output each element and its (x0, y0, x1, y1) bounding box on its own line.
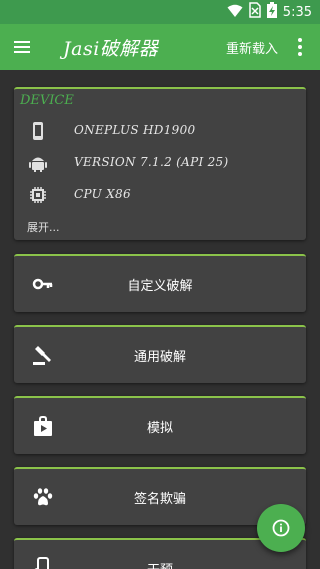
status-bar: 5:35 (0, 0, 320, 24)
device-version-text: VERSION 7.1.2 (API 25) (74, 155, 229, 169)
device-version-row: VERSION 7.1.2 (API 25) (14, 151, 306, 175)
reload-button[interactable]: 重新载入 (226, 38, 278, 57)
device-card-header: DEVICE (20, 93, 74, 108)
general-crack-label: 通用破解 (133, 350, 186, 365)
status-time: 5:35 (282, 4, 312, 20)
device-model-text: ONEPLUS HD1900 (74, 123, 196, 137)
cpu-icon (28, 185, 48, 205)
battery-charging-icon (266, 2, 277, 22)
custom-crack-card[interactable]: 自定义破解 (14, 254, 306, 312)
signature-spoof-label: 签名欺骗 (133, 492, 186, 507)
simulate-label: 模拟 (146, 421, 173, 436)
sim-blocked-icon (249, 2, 261, 22)
device-cpu-text: CPU X86 (74, 187, 131, 201)
android-icon (28, 153, 48, 173)
phone-icon (28, 121, 48, 141)
device-cpu-row: CPU X86 (14, 183, 306, 207)
app-title: Jasi破解器 (63, 38, 159, 60)
app-toolbar: Jasi破解器 重新载入 (0, 24, 320, 70)
intervene-label: 干预 (14, 559, 306, 569)
device-info-card: DEVICE ONEPLUS HD1900 VERSION 7.1.2 (API… (14, 87, 306, 240)
wifi-icon (227, 3, 243, 22)
more-options-icon[interactable] (292, 35, 308, 59)
expand-button[interactable]: 展开... (27, 219, 60, 235)
device-model-row: ONEPLUS HD1900 (14, 119, 306, 143)
menu-icon[interactable] (8, 33, 36, 61)
general-crack-card[interactable]: 通用破解 (14, 325, 306, 383)
custom-crack-label: 自定义破解 (127, 279, 193, 294)
simulate-card[interactable]: 模拟 (14, 396, 306, 454)
info-fab[interactable] (257, 504, 305, 552)
